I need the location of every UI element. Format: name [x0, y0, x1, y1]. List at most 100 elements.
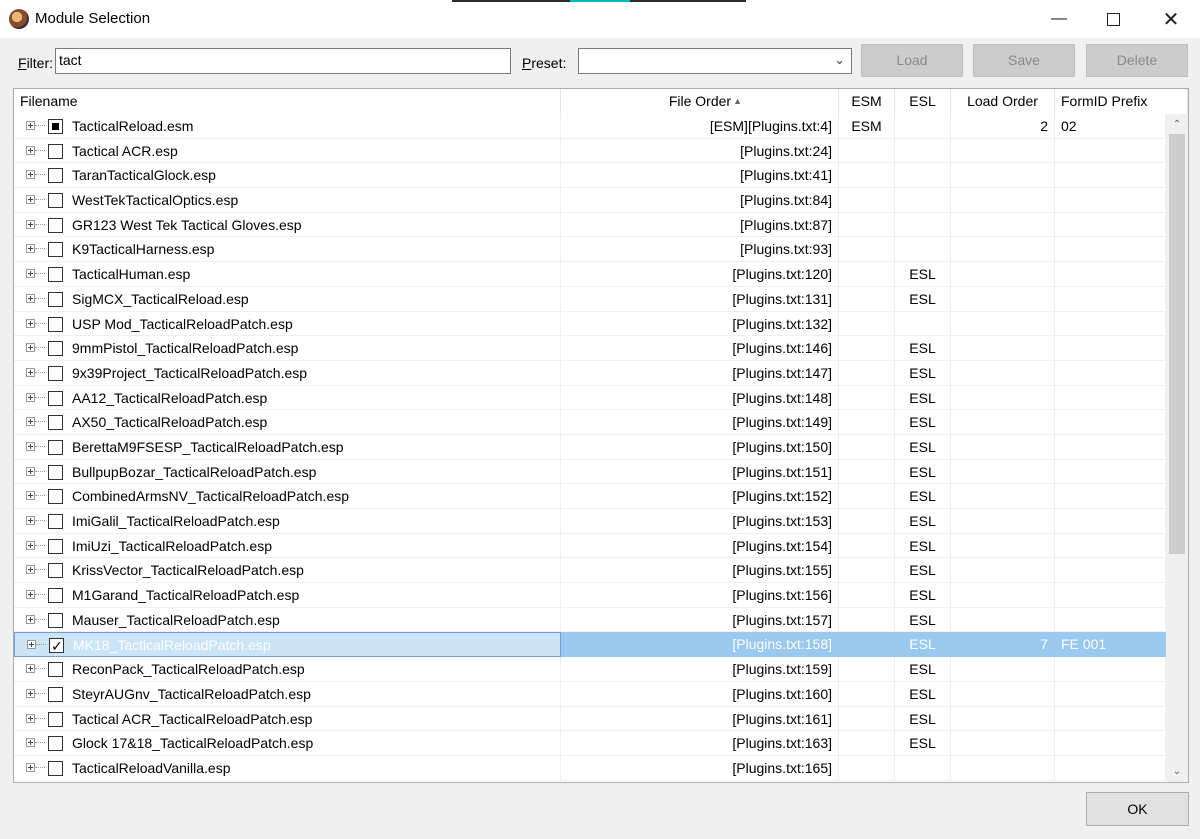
- module-checkbox[interactable]: [48, 291, 63, 307]
- expand-icon[interactable]: [27, 640, 36, 650]
- list-item[interactable]: ImiGalil_TacticalReloadPatch.esp [Plugins…: [14, 509, 1166, 534]
- expand-icon[interactable]: [26, 688, 35, 698]
- maximize-button[interactable]: [1090, 0, 1136, 38]
- list-item[interactable]: MK18_TacticalReloadPatch.esp [Plugins.txt…: [14, 632, 1166, 658]
- module-checkbox[interactable]: [48, 760, 63, 776]
- list-item[interactable]: AX50_TacticalReloadPatch.esp [Plugins.txt…: [14, 410, 1166, 435]
- vertical-scrollbar[interactable]: ⌃ ⌄: [1166, 114, 1188, 782]
- minimize-button[interactable]: —: [1036, 0, 1082, 38]
- expand-icon[interactable]: [26, 318, 35, 328]
- list-item[interactable]: WestTekTacticalOptics.esp [Plugins.txt:84…: [14, 188, 1166, 213]
- list-item[interactable]: TacticalHuman.esp [Plugins.txt:120] ESL: [14, 262, 1166, 287]
- filename-cell[interactable]: BullpupBozar_TacticalReloadPatch.esp: [14, 459, 561, 485]
- filename-cell[interactable]: SteyrAUGnv_TacticalReloadPatch.esp: [14, 681, 561, 707]
- filename-cell[interactable]: TacticalReloadVanilla.esp: [14, 755, 561, 781]
- preset-select[interactable]: ⌄: [578, 48, 852, 74]
- filename-cell[interactable]: MK18_TacticalReloadPatch.esp: [14, 632, 561, 658]
- filename-cell[interactable]: WestTekTacticalOptics.esp: [14, 188, 561, 213]
- delete-button[interactable]: Delete: [1086, 44, 1188, 77]
- filename-cell[interactable]: TacticalReload.esm: [14, 114, 561, 139]
- column-header-file-order[interactable]: File Order ▲: [561, 89, 839, 114]
- expand-icon[interactable]: [26, 170, 35, 180]
- save-button[interactable]: Save: [973, 44, 1075, 77]
- scroll-down-icon[interactable]: ⌄: [1166, 763, 1188, 780]
- expand-icon[interactable]: [26, 145, 35, 155]
- expand-icon[interactable]: [26, 417, 35, 427]
- module-checkbox[interactable]: [48, 168, 63, 184]
- list-item[interactable]: BerettaM9FSESP_TacticalReloadPatch.esp [P…: [14, 434, 1166, 460]
- filename-cell[interactable]: Glock 17&18_TacticalReloadPatch.esp: [14, 731, 561, 756]
- list-item[interactable]: TaranTacticalGlock.esp [Plugins.txt:41]: [14, 163, 1166, 189]
- module-checkbox[interactable]: [48, 686, 63, 702]
- filename-cell[interactable]: KrissVector_TacticalReloadPatch.esp: [14, 558, 561, 584]
- filename-cell[interactable]: 9mmPistol_TacticalReloadPatch.esp: [14, 336, 561, 361]
- expand-icon[interactable]: [26, 762, 35, 772]
- expand-icon[interactable]: [26, 195, 35, 205]
- filename-cell[interactable]: CombinedArmsNV_TacticalReloadPatch.esp: [14, 484, 561, 509]
- expand-icon[interactable]: [26, 590, 35, 600]
- expand-icon[interactable]: [26, 540, 35, 550]
- list-item[interactable]: SigMCX_TacticalReload.esp [Plugins.txt:13…: [14, 286, 1166, 312]
- load-button[interactable]: Load: [861, 44, 963, 77]
- column-header-filename[interactable]: Filename: [14, 89, 561, 114]
- column-header-esl[interactable]: ESL: [895, 89, 951, 114]
- filename-cell[interactable]: Tactical ACR_TacticalReloadPatch.esp: [14, 706, 561, 732]
- filename-cell[interactable]: TaranTacticalGlock.esp: [14, 163, 561, 189]
- column-header-formid-prefix[interactable]: FormID Prefix: [1055, 89, 1188, 114]
- module-checkbox[interactable]: [48, 119, 63, 134]
- module-checkbox[interactable]: [48, 612, 63, 628]
- expand-icon[interactable]: [26, 664, 35, 674]
- expand-icon[interactable]: [26, 614, 35, 624]
- expand-icon[interactable]: [26, 121, 35, 130]
- module-checkbox[interactable]: [48, 588, 63, 604]
- module-checkbox[interactable]: [48, 439, 63, 455]
- filter-input[interactable]: tact: [55, 48, 511, 74]
- module-checkbox[interactable]: [49, 634, 64, 656]
- module-checkbox[interactable]: [48, 662, 63, 678]
- filename-cell[interactable]: SigMCX_TacticalReload.esp: [14, 286, 561, 312]
- list-item[interactable]: ImiUzi_TacticalReloadPatch.esp [Plugins.t…: [14, 533, 1166, 559]
- list-item[interactable]: Tactical ACR.esp [Plugins.txt:24]: [14, 138, 1166, 164]
- module-checkbox[interactable]: [48, 390, 63, 406]
- list-item[interactable]: M1Garand_TacticalReloadPatch.esp [Plugins…: [14, 583, 1166, 608]
- module-checkbox[interactable]: [48, 736, 63, 752]
- list-item[interactable]: GR123 West Tek Tactical Gloves.esp [Plugi…: [14, 212, 1166, 238]
- expand-icon[interactable]: [26, 392, 35, 402]
- expand-icon[interactable]: [26, 491, 35, 501]
- module-checkbox[interactable]: [48, 193, 63, 209]
- module-checkbox[interactable]: [48, 365, 63, 381]
- expand-icon[interactable]: [26, 738, 35, 748]
- scroll-up-icon[interactable]: ⌃: [1166, 116, 1188, 133]
- list-item[interactable]: 9mmPistol_TacticalReloadPatch.esp [Plugin…: [14, 336, 1166, 361]
- list-item[interactable]: Tactical ACR_TacticalReloadPatch.esp [Plu…: [14, 706, 1166, 732]
- filename-cell[interactable]: USP Mod_TacticalReloadPatch.esp: [14, 311, 561, 337]
- list-item[interactable]: USP Mod_TacticalReloadPatch.esp [Plugins.…: [14, 311, 1166, 337]
- list-item[interactable]: CombinedArmsNV_TacticalReloadPatch.esp [P…: [14, 484, 1166, 509]
- module-checkbox[interactable]: [48, 538, 63, 554]
- expand-icon[interactable]: [26, 516, 35, 525]
- list-item[interactable]: AA12_TacticalReloadPatch.esp [Plugins.txt…: [14, 385, 1166, 411]
- module-checkbox[interactable]: [48, 267, 63, 283]
- module-checkbox[interactable]: [48, 711, 63, 727]
- list-item[interactable]: Mauser_TacticalReloadPatch.esp [Plugins.t…: [14, 607, 1166, 633]
- module-checkbox[interactable]: [48, 143, 63, 159]
- expand-icon[interactable]: [26, 565, 35, 575]
- filename-cell[interactable]: BerettaM9FSESP_TacticalReloadPatch.esp: [14, 434, 561, 460]
- column-header-esm[interactable]: ESM: [839, 89, 895, 114]
- filename-cell[interactable]: TacticalHuman.esp: [14, 262, 561, 287]
- expand-icon[interactable]: [26, 219, 35, 229]
- filename-cell[interactable]: K9TacticalHarness.esp: [14, 237, 561, 263]
- close-button[interactable]: ✕: [1148, 0, 1194, 38]
- list-item[interactable]: K9TacticalHarness.esp [Plugins.txt:93]: [14, 237, 1166, 263]
- expand-icon[interactable]: [26, 244, 35, 254]
- module-checkbox[interactable]: [48, 489, 63, 505]
- filename-cell[interactable]: ImiGalil_TacticalReloadPatch.esp: [14, 509, 561, 534]
- filename-cell[interactable]: Tactical ACR.esp: [14, 138, 561, 164]
- filename-cell[interactable]: 9x39Project_TacticalReloadPatch.esp: [14, 360, 561, 386]
- list-item[interactable]: 9x39Project_TacticalReloadPatch.esp [Plug…: [14, 360, 1166, 386]
- column-header-load-order[interactable]: Load Order: [951, 89, 1055, 114]
- module-checkbox[interactable]: [48, 563, 63, 579]
- filename-cell[interactable]: AA12_TacticalReloadPatch.esp: [14, 385, 561, 411]
- filename-cell[interactable]: M1Garand_TacticalReloadPatch.esp: [14, 583, 561, 608]
- module-checkbox[interactable]: [48, 415, 63, 431]
